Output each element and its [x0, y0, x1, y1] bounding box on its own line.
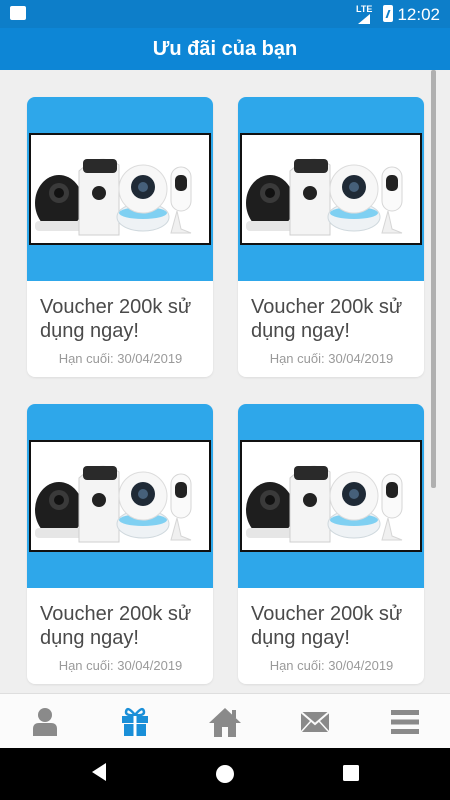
scrollbar[interactable]	[431, 70, 436, 488]
nav-menu[interactable]	[360, 694, 450, 749]
gift-icon	[122, 707, 148, 736]
voucher-banner	[27, 404, 213, 588]
voucher-banner	[238, 97, 424, 281]
voucher-card[interactable]: Voucher 200k sử dụng ngay! Hạn cuối: 30/…	[27, 404, 213, 684]
voucher-name: Voucher 200k sử dụng ngay!	[40, 603, 192, 649]
status-bar: LTE 12:02	[0, 0, 450, 28]
page-title: Ưu đãi của bạn	[152, 37, 298, 60]
notification-icon	[10, 6, 26, 20]
recents-square-icon	[343, 765, 359, 781]
voucher-deadline: Hạn cuối: 30/04/2019	[269, 658, 394, 673]
home-circle-icon	[216, 765, 234, 783]
nav-gift[interactable]	[90, 694, 180, 749]
back-button[interactable]	[90, 762, 108, 787]
voucher-card[interactable]: Voucher 200k sử dụng ngay! Hạn cuối: 30/…	[238, 97, 424, 377]
camera-product-image	[240, 440, 422, 552]
menu-icon	[391, 709, 419, 734]
mail-icon	[300, 710, 330, 733]
home-icon	[209, 707, 241, 737]
camera-product-image	[29, 133, 211, 245]
recents-button[interactable]	[343, 765, 359, 786]
camera-product-image	[29, 440, 211, 552]
back-triangle-icon	[92, 763, 106, 781]
voucher-name: Voucher 200k sử dụng ngay!	[251, 296, 403, 342]
voucher-list[interactable]: Voucher 200k sử dụng ngay! Hạn cuối: 30/…	[0, 70, 450, 693]
voucher-deadline: Hạn cuối: 30/04/2019	[58, 351, 183, 366]
nav-profile[interactable]	[0, 694, 90, 749]
voucher-deadline: Hạn cuối: 30/04/2019	[269, 351, 394, 366]
voucher-name: Voucher 200k sử dụng ngay!	[251, 603, 403, 649]
voucher-banner	[238, 404, 424, 588]
nav-messages[interactable]	[270, 694, 360, 749]
signal-icon	[358, 14, 370, 24]
voucher-banner	[27, 97, 213, 281]
profile-icon	[33, 707, 57, 736]
voucher-card[interactable]: Voucher 200k sử dụng ngay! Hạn cuối: 30/…	[238, 404, 424, 684]
bottom-nav	[0, 693, 450, 748]
network-type: LTE	[356, 4, 373, 14]
app-bar: Ưu đãi của bạn	[0, 28, 450, 70]
voucher-deadline: Hạn cuối: 30/04/2019	[58, 658, 183, 673]
system-nav-bar	[0, 748, 450, 800]
voucher-card[interactable]: Voucher 200k sử dụng ngay! Hạn cuối: 30/…	[27, 97, 213, 377]
nav-home[interactable]	[180, 694, 270, 749]
camera-product-image	[240, 133, 422, 245]
home-button[interactable]	[215, 764, 235, 789]
battery-icon	[383, 5, 393, 22]
voucher-name: Voucher 200k sử dụng ngay!	[40, 296, 192, 342]
clock: 12:02	[397, 5, 440, 24]
